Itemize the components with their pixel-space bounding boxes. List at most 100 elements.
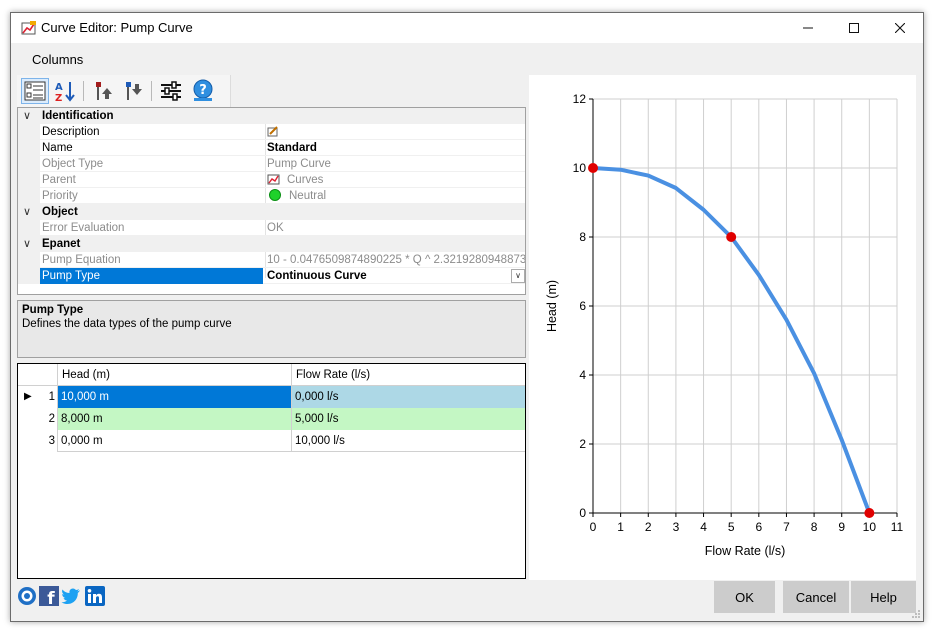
minimize-button[interactable] — [785, 13, 831, 43]
property-priority[interactable]: Priority Neutral — [18, 188, 525, 204]
svg-text:A: A — [55, 82, 63, 93]
help-question-icon: ? — [193, 79, 213, 101]
collapse-chevron-icon[interactable]: ∨ — [23, 236, 33, 252]
table-row[interactable]: 3 0,000 m 10,000 l/s — [18, 430, 525, 452]
settings-button[interactable] — [157, 78, 185, 104]
curve-data-point[interactable] — [588, 163, 598, 173]
cancel-button[interactable]: Cancel — [783, 581, 849, 613]
property-value[interactable]: Standard — [267, 140, 525, 156]
window-title: Curve Editor: Pump Curve — [41, 20, 193, 35]
app-logo-icon[interactable] — [17, 586, 37, 606]
property-gutter — [18, 252, 40, 268]
twitter-icon[interactable] — [61, 586, 81, 606]
row-header[interactable]: ▶ 1 — [18, 386, 58, 408]
property-value: OK — [267, 222, 284, 234]
priority-value: Neutral — [289, 190, 327, 202]
x-tick-label: 1 — [617, 520, 624, 534]
property-value: 10 - 0.0476509874890225 * Q ^ 2.32192809… — [267, 254, 525, 266]
property-gutter — [18, 156, 40, 172]
categorized-view-button[interactable] — [21, 78, 49, 104]
property-object-type[interactable]: Object Type Pump Curve — [18, 156, 525, 172]
close-button[interactable] — [877, 13, 923, 43]
category-epanet[interactable]: ∨ Epanet — [18, 236, 525, 252]
column-header-head[interactable]: Head (m) — [58, 364, 292, 386]
move-up-icon — [96, 82, 112, 100]
linkedin-icon[interactable] — [85, 586, 105, 606]
row-index: 1 — [48, 391, 55, 403]
x-tick-label: 5 — [728, 520, 735, 534]
property-gutter — [18, 172, 40, 188]
y-tick-label: 2 — [579, 437, 586, 451]
alphabetical-sort-button[interactable]: A Z — [51, 78, 79, 104]
property-label: Pump Type — [40, 268, 263, 284]
toolbar-separator — [151, 81, 152, 101]
collapse-chevron-icon[interactable]: ∨ — [23, 204, 33, 220]
pump-type-select[interactable]: Continuous Curve — [267, 268, 525, 284]
pump-curve-plot: 0 1 2 3 4 5 6 7 8 9 10 11024681012Flow Rate (l/s)He… — [545, 92, 904, 558]
property-value[interactable] — [267, 124, 525, 140]
column-header-flow[interactable]: Flow Rate (l/s) — [292, 364, 525, 386]
flow-cell[interactable]: 5,000 l/s — [292, 408, 525, 430]
current-row-arrow-icon: ▶ — [24, 391, 32, 402]
sliders-icon — [161, 81, 181, 101]
property-value: Neutral — [267, 188, 525, 204]
row-header[interactable]: 2 — [18, 408, 58, 430]
maximize-button[interactable] — [831, 13, 877, 43]
head-cell[interactable]: 10,000 m — [58, 386, 292, 408]
property-toolbar: A Z ? — [17, 75, 231, 107]
y-tick-label: 10 — [573, 161, 587, 175]
property-name[interactable]: Name Standard — [18, 140, 525, 156]
property-help-panel: Pump Type Defines the data types of the … — [17, 300, 526, 358]
edit-note-icon[interactable] — [267, 125, 279, 137]
property-gutter — [18, 140, 40, 156]
categorized-list-icon — [24, 81, 46, 101]
x-tick-label: 8 — [811, 520, 818, 534]
property-description[interactable]: Description — [18, 124, 525, 140]
x-tick-label: 4 — [700, 520, 707, 534]
facebook-icon[interactable]: f — [39, 586, 59, 606]
property-gutter — [18, 268, 40, 284]
property-error-evaluation[interactable]: Error Evaluation OK — [18, 220, 525, 236]
help-title: Pump Type — [22, 304, 84, 316]
flow-cell[interactable]: 0,000 l/s — [292, 386, 525, 408]
category-identification[interactable]: ∨ Identification — [18, 108, 525, 124]
category-label: Epanet — [42, 238, 81, 250]
category-object[interactable]: ∨ Object — [18, 204, 525, 220]
property-parent[interactable]: Parent Curves — [18, 172, 525, 188]
curve-data-point[interactable] — [864, 508, 875, 518]
head-cell[interactable]: 0,000 m — [58, 430, 292, 452]
table-row[interactable]: 2 8,000 m 5,000 l/s — [18, 408, 525, 430]
row-index: 3 — [48, 435, 55, 447]
resize-grip-icon[interactable] — [911, 609, 921, 619]
collapse-chevron-icon[interactable]: ∨ — [23, 108, 33, 124]
flow-cell[interactable]: 10,000 l/s — [292, 430, 525, 452]
curve-data-point[interactable] — [726, 232, 737, 242]
property-gutter — [18, 188, 40, 204]
property-value: Curves — [267, 172, 525, 188]
property-pump-type[interactable]: Pump Type Continuous Curve ∨ — [18, 268, 525, 284]
property-gutter — [18, 124, 40, 140]
property-pump-equation[interactable]: Pump Equation 10 - 0.0476509874890225 * … — [18, 252, 525, 268]
svg-text:f: f — [47, 589, 55, 606]
table-row[interactable]: ▶ 1 10,000 m 0,000 l/s — [18, 386, 525, 408]
property-label: Description — [42, 126, 100, 138]
curve-editor-icon — [21, 21, 36, 35]
head-cell[interactable]: 8,000 m — [58, 408, 292, 430]
y-tick-label: 8 — [579, 230, 586, 244]
move-up-button[interactable] — [89, 78, 117, 104]
x-tick-label: 0 — [590, 520, 597, 534]
ok-button[interactable]: OK — [714, 581, 775, 613]
help-button[interactable]: Help — [851, 581, 916, 613]
menu-columns[interactable]: Columns — [32, 52, 83, 67]
help-topic-button[interactable]: ? — [189, 78, 217, 104]
chevron-down-icon[interactable]: ∨ — [511, 269, 525, 283]
priority-status-icon — [269, 189, 281, 201]
row-header[interactable]: 3 — [18, 430, 58, 452]
property-label: Priority — [42, 190, 78, 202]
x-tick-label: 2 — [645, 520, 652, 534]
table-header: Head (m) Flow Rate (l/s) — [18, 364, 525, 386]
category-label: Object — [42, 206, 78, 218]
x-tick-label: 9 — [838, 520, 845, 534]
toolbar-separator — [83, 81, 84, 101]
move-down-button[interactable] — [119, 78, 147, 104]
